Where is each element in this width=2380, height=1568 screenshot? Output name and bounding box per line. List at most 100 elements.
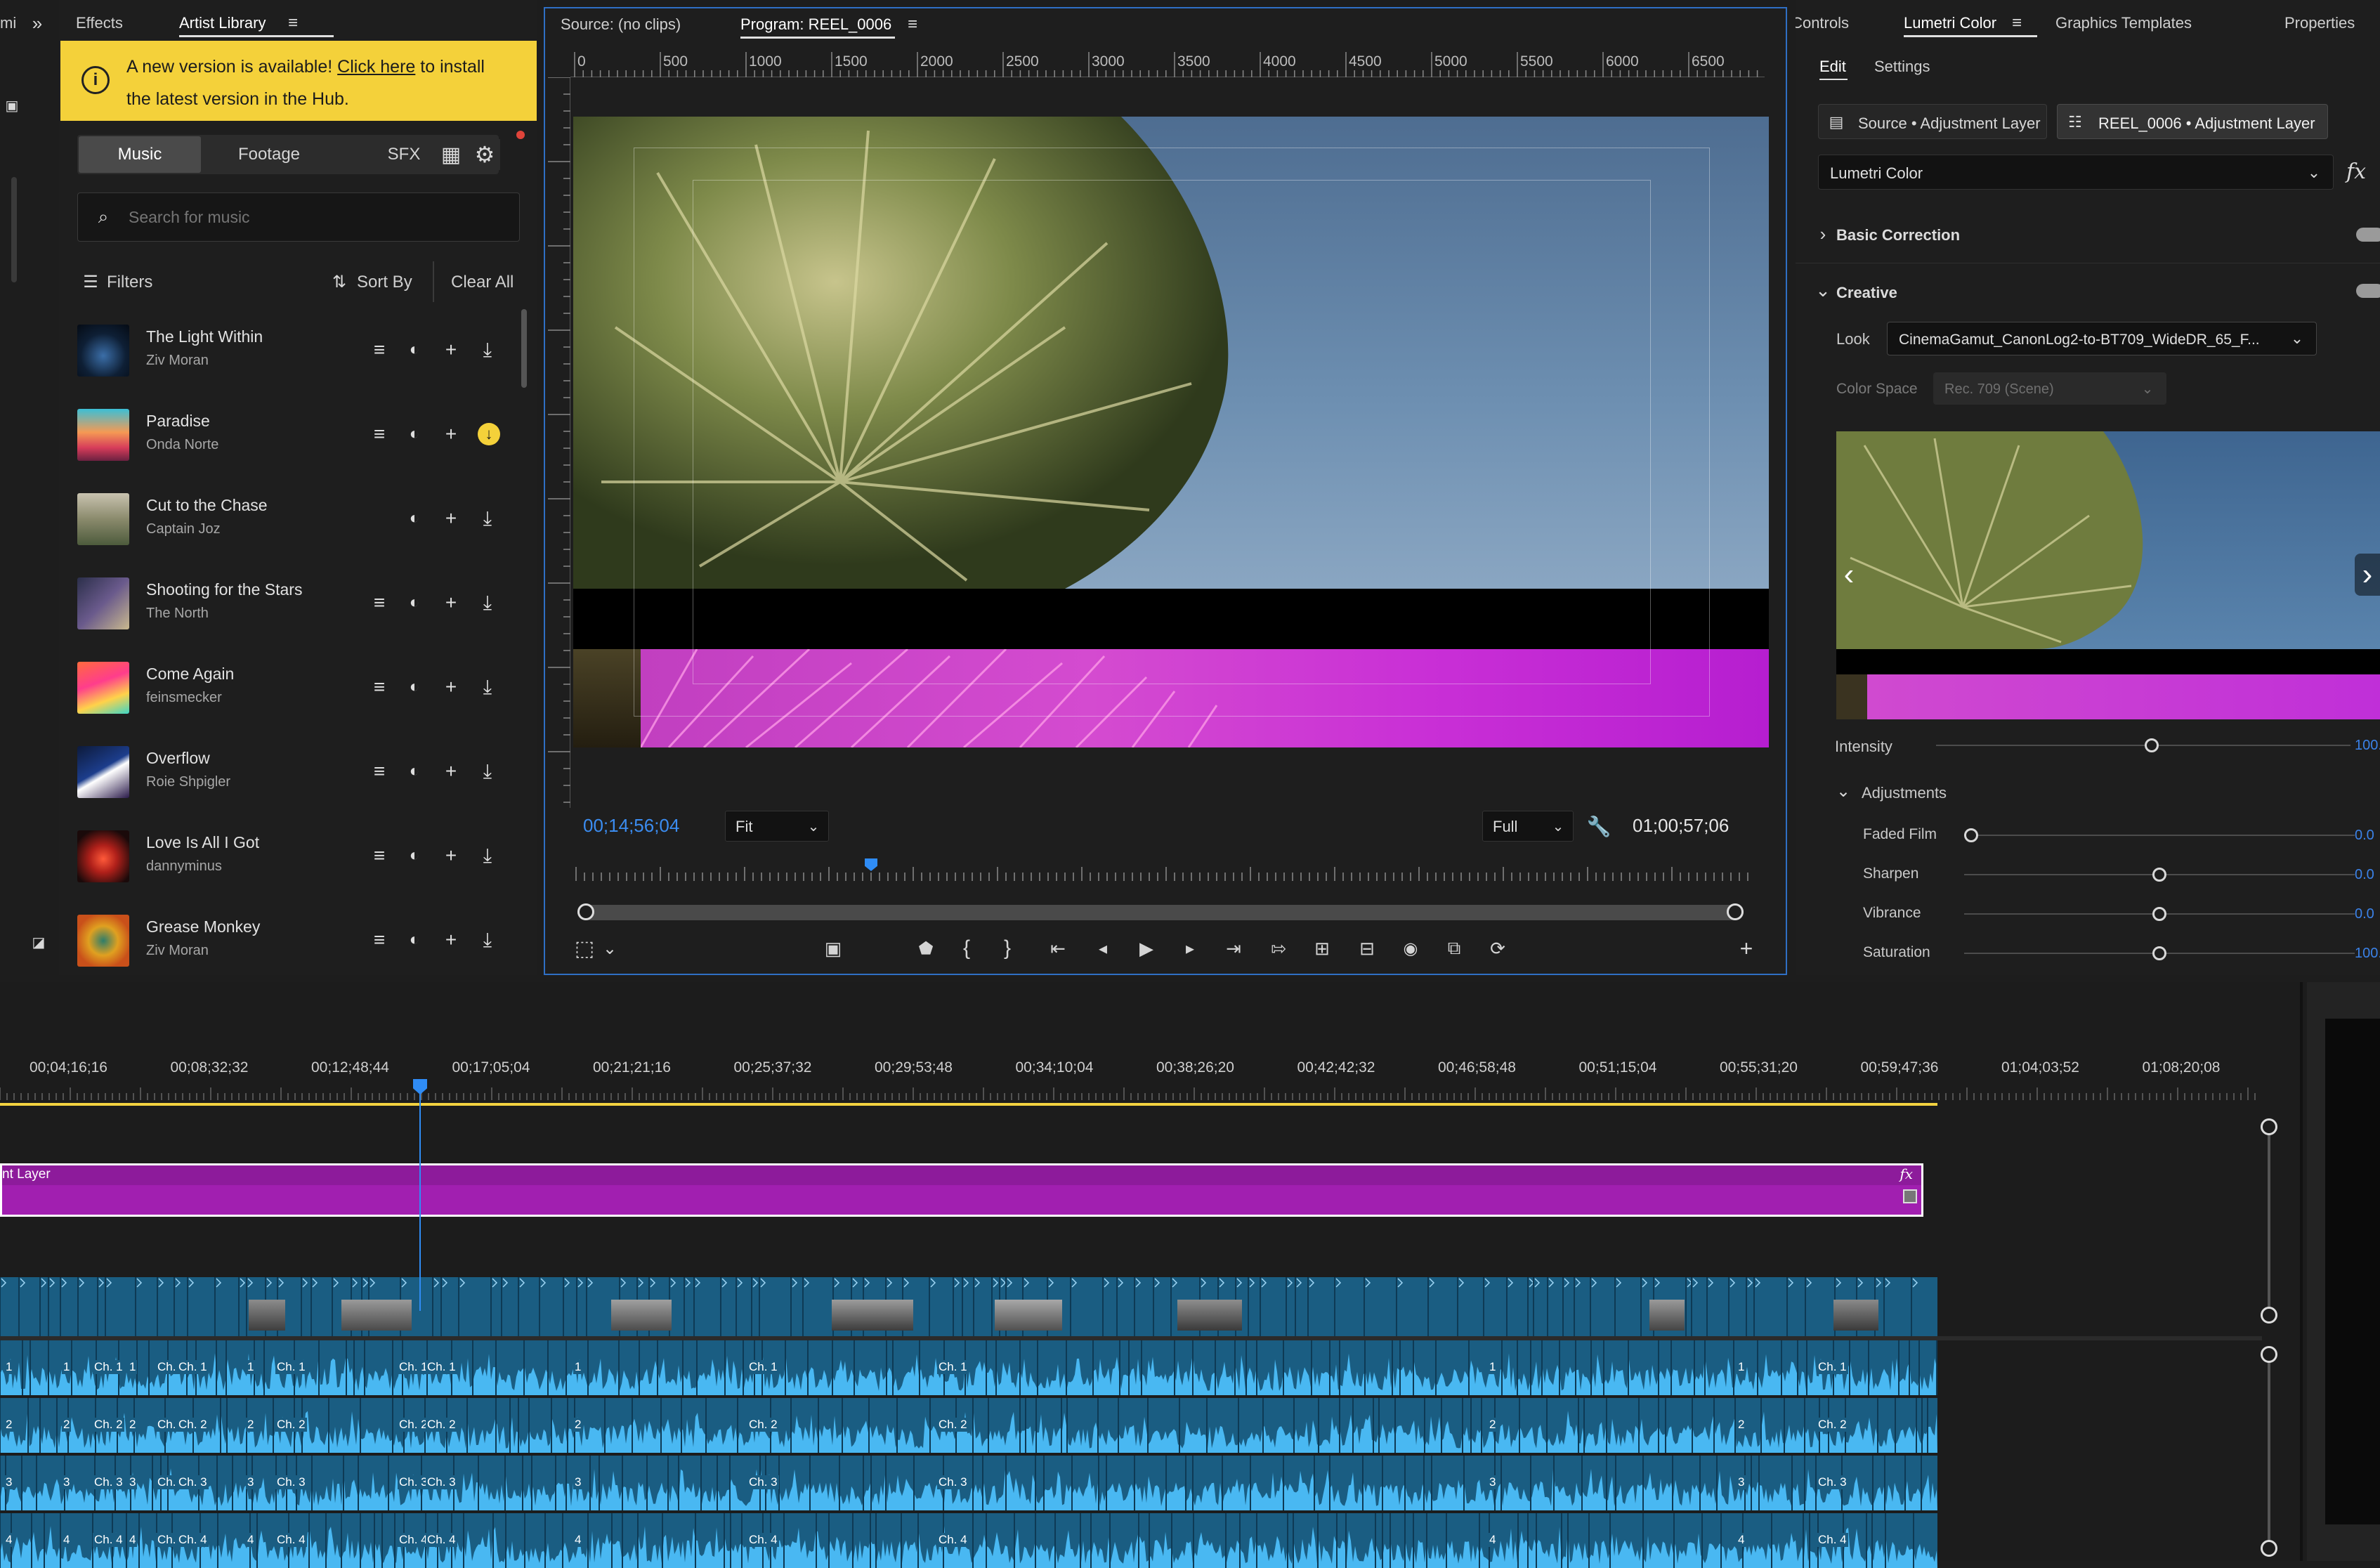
fit-dropdown[interactable]: Fit ⌄ [725,811,829,842]
lift-icon[interactable]: ⇰ [1264,934,1293,962]
stems-icon[interactable]: ≡ [367,759,392,784]
search-input[interactable] [127,203,492,231]
download-icon[interactable]: ⤓ [475,674,500,700]
add-icon[interactable]: + [438,759,464,784]
add-marker-icon[interactable]: ⬟ [912,934,940,962]
go-to-out-icon[interactable]: ⇥ [1220,934,1248,962]
basic-correction-toggle[interactable] [2356,228,2380,242]
tab-artist-library[interactable]: Artist Library [179,14,266,32]
scroll-handle-top[interactable] [2261,1346,2277,1363]
scroll-handle-bottom[interactable] [2261,1540,2277,1557]
slider-knob[interactable] [2152,907,2166,921]
add-icon[interactable]: + [438,337,464,362]
similar-icon[interactable]: ◐ [402,506,427,531]
chevron-right-icon[interactable]: › [1812,223,1833,244]
button-editor-icon[interactable]: + [1732,934,1760,962]
creative-toggle[interactable] [2356,284,2380,298]
look-dropdown[interactable]: CinemaGamut_CanonLog2-to-BT709_WideDR_65… [1887,322,2317,355]
stems-icon[interactable]: ≡ [367,422,392,447]
effect-select[interactable]: Lumetri Color ⌄ [1818,155,2334,190]
track-item[interactable]: Paradise Onda Norte ≡ ◐ + ↓ [77,398,527,476]
overwrite-icon[interactable]: ⊟ [1353,934,1381,962]
tab-effects[interactable]: Effects [76,14,123,32]
reel-button[interactable]: ☷ REEL_0006 • Adjustment Layer [2057,104,2328,139]
category-music[interactable]: Music [79,136,201,173]
panel-menu-icon[interactable]: ≡ [2006,13,2027,34]
download-icon[interactable]: ⤓ [475,337,500,362]
zoom-scrollbar[interactable] [577,903,1744,920]
adjustment-layer-clip[interactable]: nt Layer fx [0,1163,1923,1217]
slider-value[interactable]: 0.0 [2355,828,2374,844]
track-item[interactable]: Grease Monkey Ziv Moran ≡ ◐ + ⤓ [77,903,527,982]
download-icon[interactable]: ⤓ [475,759,500,784]
audio-track[interactable]: 4 4 Ch. 4 4 Ch. 4 Ch. 4 4 Ch. 4 Ch. 4 Ch. 4 4 Ch. 4… [0,1513,1937,1568]
similar-icon[interactable]: ◐ [402,590,427,615]
quality-dropdown[interactable]: Full ⌄ [1482,811,1574,842]
settings-gear-icon[interactable]: ⚙ [469,139,500,170]
chevron-down-icon[interactable]: ⌄ [1833,781,1853,801]
scroll-handle-top[interactable] [2261,1118,2277,1135]
subtab-settings[interactable]: Settings [1874,58,1930,76]
audio-track[interactable]: 3 3 Ch. 3 3 Ch. 3 Ch. 3 3 Ch. 3 Ch. 3 Ch. 3 3 Ch. 3… [0,1456,1937,1510]
left-scrollbar[interactable] [11,177,17,282]
intensity-knob[interactable] [2144,738,2159,752]
stems-icon[interactable]: ≡ [367,843,392,868]
filters-icon[interactable]: ☰ [80,271,101,292]
stems-icon[interactable]: ≡ [367,337,392,362]
tab-lumetri-color[interactable]: Lumetri Color [1904,14,1996,32]
download-icon[interactable]: ⤓ [475,506,500,531]
play-icon[interactable]: ▶ [1132,934,1160,962]
similar-icon[interactable]: ◐ [402,759,427,784]
work-area-bar[interactable] [0,1103,1937,1106]
tool-icon[interactable]: ◪ [28,932,49,953]
filters-label[interactable]: Filters [107,273,152,292]
audio-track[interactable]: 1 1 Ch. 1 1 Ch. 1 Ch. 1 1 Ch. 1 Ch. 1 Ch. 1 1 Ch. 1… [0,1340,1937,1395]
fx-icon[interactable]: fx [2342,156,2370,187]
mini-time-ruler[interactable] [573,858,1760,887]
downloading-icon[interactable]: ↓ [478,423,500,445]
zoom-handle-left[interactable] [577,903,594,920]
adjustments-header[interactable]: Adjustments [1862,784,1947,802]
next-look-icon[interactable]: › [2355,554,2380,596]
wrench-icon[interactable]: 🔧 [1585,812,1613,840]
insert-icon[interactable]: ⊞ [1308,934,1336,962]
multi-camera-icon[interactable]: ⧉ [1440,934,1468,962]
mark-out-icon[interactable]: } [993,934,1021,962]
add-icon[interactable]: + [438,843,464,868]
slider-knob[interactable] [1964,828,1978,842]
tab-graphics-templates[interactable]: Graphics Templates [2055,14,2192,32]
scroll-handle-bottom[interactable] [2261,1307,2277,1324]
step-forward-icon[interactable]: ▸ [1176,934,1204,962]
download-icon[interactable]: ⤓ [475,927,500,953]
download-icon[interactable]: ⤓ [475,590,500,615]
add-icon[interactable]: + [438,927,464,953]
chevron-down-icon[interactable]: ⌄ [1812,280,1833,301]
sort-by-label[interactable]: Sort By [357,273,412,292]
add-icon[interactable]: + [438,422,464,447]
stems-icon[interactable]: ≡ [367,674,392,700]
video-frame[interactable] [573,117,1769,747]
similar-icon[interactable]: ◐ [402,674,427,700]
stems-icon[interactable]: ≡ [367,590,392,615]
source-button[interactable]: ▤ Source • Adjustment Layer [1818,104,2047,139]
chevrons-right-icon[interactable]: » [27,13,48,34]
slider-knob[interactable] [2152,946,2166,960]
creative-header[interactable]: Creative [1836,284,1897,302]
basic-correction-header[interactable]: Basic Correction [1836,226,1960,244]
left-panel-tab-cut[interactable]: mi [0,14,16,32]
slider-value[interactable]: 100. [2355,946,2380,962]
mark-in-icon[interactable]: { [953,934,981,962]
slider-value[interactable]: 0.0 [2355,906,2374,922]
tab-properties[interactable]: Properties [2284,14,2355,32]
go-to-in-icon[interactable]: ⇤ [1044,934,1072,962]
intensity-track[interactable] [1936,745,2350,746]
track-item[interactable]: The Light Within Ziv Moran ≡ ◐ + ⤓ [77,313,527,392]
settings-chevron-icon[interactable]: ⌄ [596,934,624,962]
sort-icon[interactable]: ⇅ [329,271,350,292]
clear-all-button[interactable]: Clear All [451,273,514,292]
grid-view-icon[interactable]: ▦ [436,139,466,170]
zoom-handle-right[interactable] [1727,903,1744,920]
comparison-view-icon[interactable]: ▣ [819,934,847,962]
tab-controls[interactable]: Controls [1796,14,1849,32]
audio-track[interactable]: 2 2 Ch. 2 2 Ch. 2 Ch. 2 2 Ch. 2 Ch. 2 Ch. 2 2 Ch. 2… [0,1398,1937,1453]
